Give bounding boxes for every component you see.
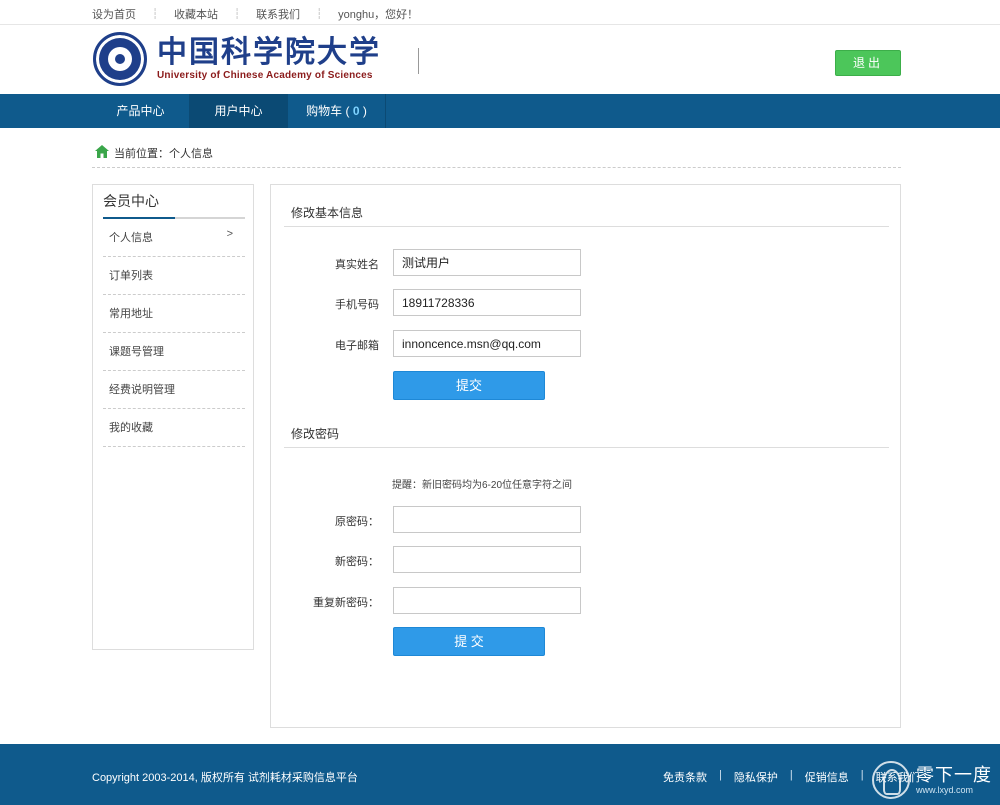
contact-link[interactable]: 联系我们 [256, 6, 300, 22]
sidebar-item-label: 我的收藏 [109, 422, 153, 434]
basic-info-title: 修改基本信息 [284, 199, 889, 227]
new-password-label: 新密码： [335, 556, 379, 568]
sidebar-item-project-numbers[interactable]: 课题号管理 [103, 333, 245, 371]
nav-item-products[interactable]: 产品中心 [92, 94, 190, 128]
sidebar-item-addresses[interactable]: 常用地址 [103, 295, 245, 333]
basic-info-submit-button[interactable]: 提交 [393, 371, 545, 400]
phone-label: 手机号码 [335, 299, 379, 311]
member-sidebar: 会员中心 个人信息 > 订单列表 常用地址 课题号管理 经费说明管理 我的收藏 [92, 184, 254, 650]
watermark-chinese: 零下一度 [916, 764, 992, 785]
repeat-password-label: 重复新密码： [313, 597, 379, 609]
sidebar-item-label: 订单列表 [109, 270, 153, 282]
nav-item-user-center[interactable]: 用户中心 [190, 94, 288, 128]
main-panel: 修改基本信息 真实姓名 手机号码 电子邮箱 提交 修改密码 提醒：新旧密码均为6… [270, 184, 901, 728]
sidebar-item-funding-notes[interactable]: 经费说明管理 [103, 371, 245, 409]
top-bar: 设为首页 ┆ 收藏本站 ┆ 联系我们 ┆ yonghu，您好！ [0, 0, 1000, 25]
footer-link-promotions[interactable]: 促销信息 [805, 769, 849, 785]
separator: | [789, 769, 793, 781]
sidebar-title: 会员中心 [103, 193, 245, 219]
logo-chinese-name: 中国科学院大学 [157, 34, 381, 70]
footer: Copyright 2003-2014, 版权所有 试剂耗材采购信息平台 免责条… [0, 744, 1000, 805]
sidebar-item-label: 常用地址 [109, 308, 153, 320]
logo-divider [418, 48, 419, 74]
site-logo[interactable]: 中国科学院大学 University of Chinese Academy of… [93, 32, 393, 86]
form-row-repeat-password: 重复新密码： [271, 587, 901, 614]
separator: ┆ [152, 8, 159, 20]
cart-count-badge: 0 [352, 104, 360, 118]
form-row-name: 真实姓名 [271, 249, 901, 276]
email-input[interactable] [393, 330, 581, 357]
watermark: 零下一度 www.lxyd.com [872, 757, 997, 802]
copyright-text: Copyright 2003-2014, 版权所有 试剂耗材采购信息平台 [92, 772, 358, 784]
form-row-phone: 手机号码 [271, 289, 901, 316]
nav-cart-label: 购物车 [306, 104, 343, 118]
home-icon [95, 144, 109, 158]
password-hint: 提醒：新旧密码均为6-20位任意字符之间 [392, 480, 573, 491]
sidebar-item-favorites[interactable]: 我的收藏 [103, 409, 245, 447]
watermark-url: www.lxyd.com [916, 784, 974, 795]
new-password-input[interactable] [393, 546, 581, 573]
form-row-new-password: 新密码： [271, 546, 901, 573]
repeat-password-input[interactable] [393, 587, 581, 614]
main-nav: 产品中心 用户中心 购物车 ( 0 ) [0, 94, 1000, 128]
old-password-label: 原密码： [335, 516, 379, 528]
chevron-right-icon: > [226, 228, 233, 240]
separator: | [719, 769, 722, 781]
form-row-old-password: 原密码： [271, 506, 901, 533]
set-homepage-link[interactable]: 设为首页 [92, 6, 136, 22]
watermark-logo-icon [872, 760, 910, 799]
breadcrumb-current: 个人信息 [169, 148, 213, 160]
logout-button[interactable]: 退出 [835, 50, 901, 76]
form-row-email: 电子邮箱 [271, 330, 901, 357]
separator: | [860, 769, 864, 781]
name-label: 真实姓名 [335, 259, 379, 271]
breadcrumb: 当前位置： 个人信息 [92, 144, 901, 168]
sidebar-item-profile[interactable]: 个人信息 > [103, 219, 245, 257]
sidebar-item-label: 个人信息 [109, 232, 153, 244]
user-greeting: yonghu，您好！ [338, 9, 419, 21]
old-password-input[interactable] [393, 506, 581, 533]
email-label: 电子邮箱 [335, 340, 379, 352]
footer-link-disclaimer[interactable]: 免责条款 [663, 769, 707, 785]
password-title: 修改密码 [284, 420, 889, 448]
sidebar-item-orders[interactable]: 订单列表 [103, 257, 245, 295]
nav-item-cart[interactable]: 购物车 ( 0 ) [288, 94, 386, 128]
phone-input[interactable] [393, 289, 581, 316]
header: 中国科学院大学 University of Chinese Academy of… [0, 25, 1000, 94]
separator: ┆ [316, 8, 323, 20]
footer-link-privacy[interactable]: 隐私保护 [734, 769, 778, 785]
breadcrumb-label: 当前位置： [114, 148, 169, 160]
sidebar-item-label: 经费说明管理 [109, 384, 175, 396]
sidebar-item-label: 课题号管理 [109, 346, 164, 358]
university-seal-icon [93, 32, 147, 86]
logo-english-name: University of Chinese Academy of Science… [157, 69, 373, 81]
password-submit-button[interactable]: 提 交 [393, 627, 545, 656]
real-name-input[interactable] [393, 249, 581, 276]
separator: ┆ [234, 8, 241, 20]
bookmark-link[interactable]: 收藏本站 [174, 6, 218, 22]
